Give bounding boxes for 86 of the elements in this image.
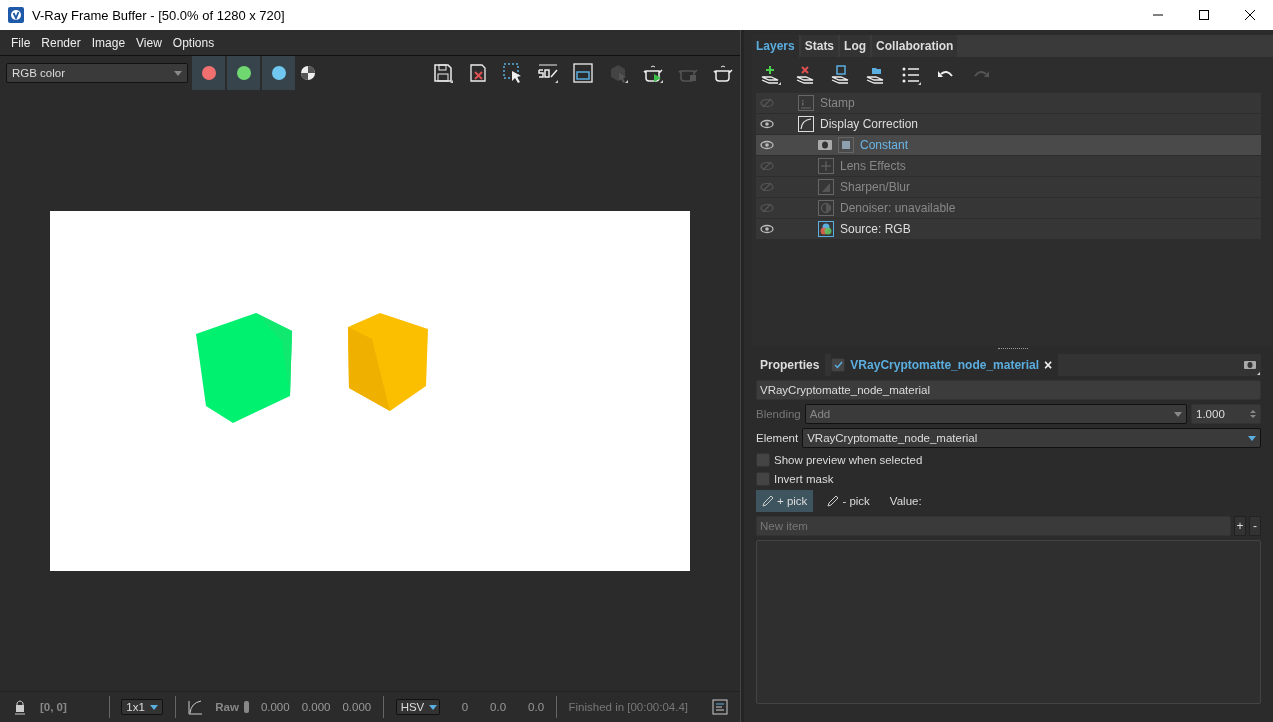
eye-icon[interactable] <box>760 119 774 129</box>
sparkle-icon <box>818 158 834 174</box>
pixel-coords: [0, 0] <box>40 701 67 713</box>
caret-icon <box>174 70 182 76</box>
panel-tab[interactable]: Log <box>840 35 871 57</box>
layer-row[interactable]: Denoiser: unavailable <box>756 198 1261 218</box>
curve-icon[interactable] <box>187 699 204 715</box>
log-panel-icon[interactable] <box>712 699 729 715</box>
blending-label: Blending <box>756 408 801 420</box>
info-icon <box>798 95 814 111</box>
new-item-field[interactable]: New item <box>756 516 1231 536</box>
layer-label: Source: RGB <box>840 222 911 236</box>
name-field[interactable]: VRayCryptomatte_node_material <box>756 380 1261 400</box>
hsv-value: 0.0 <box>490 701 507 713</box>
color-swatch <box>243 701 249 713</box>
checkbox[interactable] <box>756 471 770 486</box>
add-button[interactable]: + <box>1234 516 1246 536</box>
element-label: Element <box>756 432 799 444</box>
channel-toggle-button[interactable] <box>262 56 295 90</box>
enable-checkbox[interactable] <box>831 358 846 372</box>
teapot-play-icon[interactable] <box>641 62 664 84</box>
spin-arrows-icon[interactable] <box>1250 409 1256 419</box>
panel-tab[interactable]: Collaboration <box>872 35 958 57</box>
mask-icon[interactable] <box>818 140 832 150</box>
rgb-value: 0.000 <box>342 701 372 713</box>
half-circle-icon <box>818 200 834 216</box>
hsv-value: 0 <box>461 701 469 713</box>
caret-icon <box>1174 411 1182 417</box>
render-status: Finished in [00:00:04.4] <box>568 701 689 713</box>
layer-row[interactable]: Source: RGB <box>756 219 1261 239</box>
layer-row[interactable]: Display Correction <box>756 114 1261 134</box>
value-label: Value: <box>889 495 922 507</box>
pick-button[interactable]: + pick <box>756 490 814 512</box>
rgb-value: 0.000 <box>301 701 331 713</box>
lock-pin-icon[interactable] <box>12 699 28 715</box>
checkbox[interactable] <box>756 452 770 467</box>
layer-label: Constant <box>860 138 909 152</box>
menu-item[interactable]: Options <box>172 35 215 50</box>
remove-button[interactable]: - <box>1249 516 1261 536</box>
node-tab[interactable]: VRayCryptomatte_node_material × <box>831 354 1059 376</box>
pencil-icon <box>762 495 774 507</box>
layer-label: Lens Effects <box>840 159 906 173</box>
hsv-value: 0.0 <box>528 701 545 713</box>
channel-toggle-button[interactable] <box>227 56 260 90</box>
add-layer-icon[interactable] <box>760 64 782 86</box>
eye-icon[interactable] <box>760 140 774 150</box>
caret-icon <box>429 704 438 710</box>
curve-icon <box>798 116 814 132</box>
checkbox-label: Invert mask <box>774 472 834 485</box>
properties-title: Properties <box>756 354 826 376</box>
teapot-icon[interactable] <box>711 62 734 84</box>
layer-row[interactable]: Constant <box>756 135 1261 155</box>
pencil-icon <box>827 495 840 507</box>
rgb-value: 0.000 <box>260 701 290 713</box>
raw-label: Raw <box>215 701 239 713</box>
checkbox-label: Show preview when selected <box>774 453 923 466</box>
zoom-dropdown[interactable]: 1x1 <box>121 699 163 715</box>
panel-tab[interactable]: Layers <box>752 35 799 57</box>
caret-icon <box>1248 435 1256 441</box>
pick-button[interactable]: - pick <box>821 490 876 512</box>
color-mode-dropdown[interactable]: HSV <box>395 699 440 715</box>
menu-item[interactable]: Image <box>91 35 126 50</box>
rgb-circles-icon <box>818 221 834 237</box>
layer-label: Display Correction <box>820 117 919 131</box>
layer-label: Sharpen/Blur <box>840 180 911 194</box>
frame-icon[interactable] <box>571 62 594 84</box>
menu-item[interactable]: View <box>136 35 162 50</box>
square-icon <box>838 137 854 153</box>
close-tab-button[interactable]: × <box>1044 357 1053 373</box>
app-logo-icon <box>8 7 24 23</box>
save-icon[interactable] <box>431 62 454 84</box>
layer-label: Stamp <box>820 96 855 110</box>
zoom-percent-icon[interactable] <box>536 62 559 84</box>
channel-dropdown[interactable]: RGB color <box>6 63 188 83</box>
panel-tab[interactable]: Stats <box>800 35 839 57</box>
caret-icon <box>149 704 158 710</box>
menu-item[interactable]: File <box>11 35 31 50</box>
maximize-icon <box>1199 10 1209 20</box>
element-dropdown[interactable]: VRayCryptomatte_node_material <box>802 428 1261 448</box>
eye-icon[interactable] <box>760 224 774 234</box>
menu-item[interactable]: Render <box>41 35 81 50</box>
window-title: V-Ray Frame Buffer - [50.0% of 1280 x 720] <box>32 7 285 23</box>
layer-label: Denoiser: unavailable <box>840 201 956 215</box>
node-tab-label: VRayCryptomatte_node_material <box>850 358 1040 372</box>
channel-toggle-button[interactable] <box>192 56 225 90</box>
close-icon <box>1245 10 1255 20</box>
